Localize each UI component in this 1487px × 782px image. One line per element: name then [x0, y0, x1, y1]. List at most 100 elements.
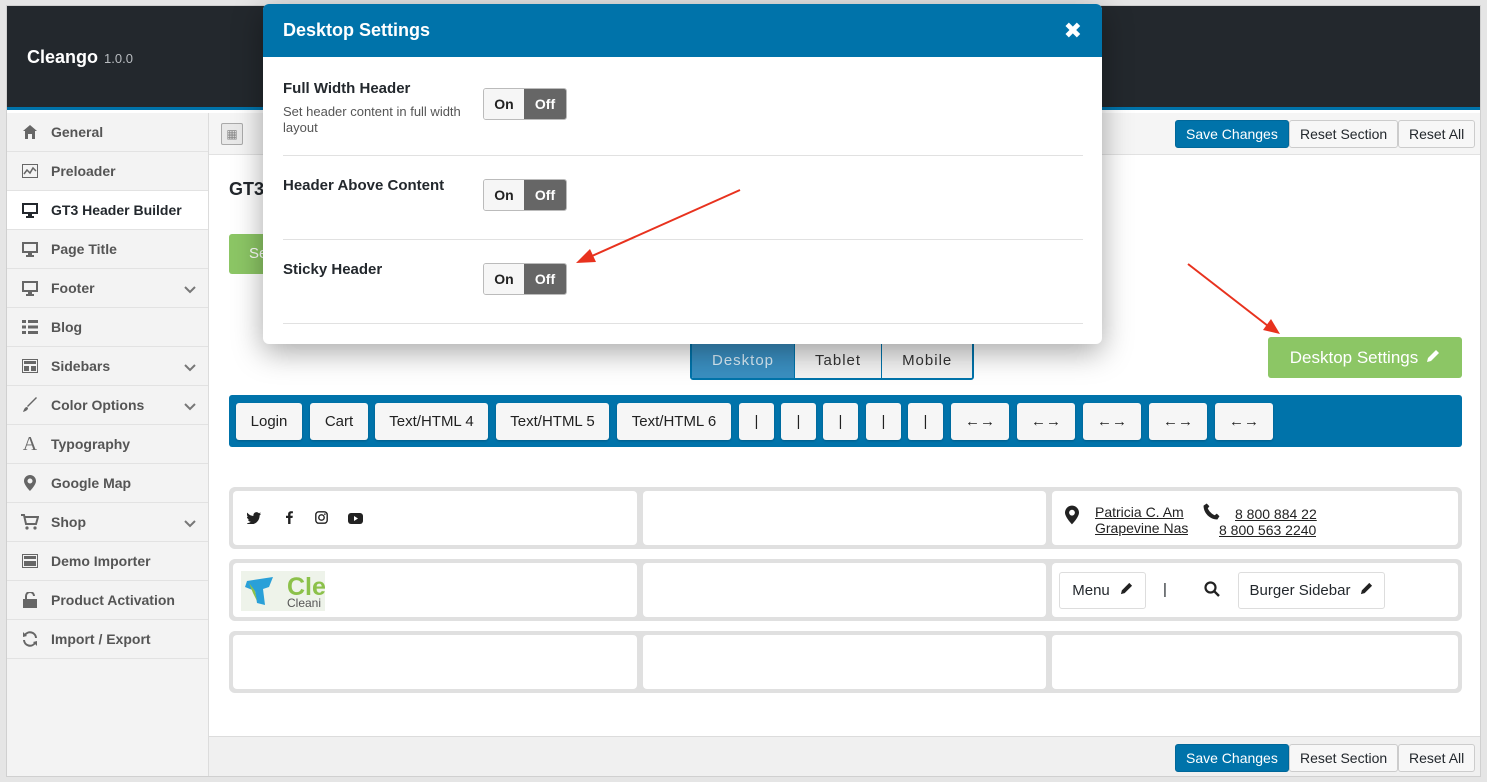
setting-full-width-header: Full Width Header Set header content in …	[283, 80, 1083, 156]
row-cell-center[interactable]	[643, 635, 1046, 689]
header-above-content-switch[interactable]: On Off	[483, 179, 567, 211]
address-line-1[interactable]: Patricia C. Am	[1095, 504, 1188, 520]
tab-tablet[interactable]: Tablet	[795, 342, 883, 378]
setting-label: Full Width Header	[283, 80, 411, 97]
section-title: GT3	[229, 179, 265, 199]
instagram-icon	[315, 511, 328, 527]
layout-icon	[21, 552, 39, 570]
sidebar-item-color-options[interactable]: Color Options	[7, 386, 208, 425]
palette-chip-spacer[interactable]: ←→	[1017, 403, 1075, 440]
chevron-down-icon[interactable]	[184, 515, 196, 531]
chevron-down-icon[interactable]	[184, 281, 196, 297]
row-cell-right[interactable]: Menu | Burger Sidebar	[1052, 563, 1458, 617]
expand-icon[interactable]: ▦	[221, 123, 243, 145]
switch-on[interactable]: On	[484, 264, 525, 294]
sidebar-item-label: Preloader	[51, 163, 116, 179]
sticky-header-switch[interactable]: On Off	[483, 263, 567, 295]
palette-chip-text-html-4[interactable]: Text/HTML 4	[375, 403, 488, 440]
desktop-settings-button[interactable]: Desktop Settings	[1268, 337, 1462, 378]
menu-element[interactable]: Menu	[1059, 572, 1146, 609]
palette-chip-divider[interactable]: |	[739, 403, 774, 440]
full-width-header-switch[interactable]: On Off	[483, 88, 567, 120]
refresh-icon	[21, 630, 39, 648]
row-cell-right[interactable]: Patricia C. Am Grapevine Nas 8 800 884 2…	[1052, 491, 1458, 545]
phone-number-1[interactable]: 8 800 884 22	[1235, 506, 1317, 522]
chevron-down-icon[interactable]	[184, 398, 196, 414]
palette-chip-text-html-5[interactable]: Text/HTML 5	[496, 403, 609, 440]
row-cell-center[interactable]	[643, 491, 1046, 545]
search-icon[interactable]	[1204, 581, 1220, 602]
sidebar-item-label: Shop	[51, 514, 86, 530]
palette-chip-text-html-6[interactable]: Text/HTML 6	[617, 403, 731, 440]
sidebar-item-label: Typography	[51, 436, 131, 452]
palette-chip-spacer[interactable]: ←→	[1083, 403, 1141, 440]
sidebar-item-import-export[interactable]: Import / Export	[7, 620, 208, 659]
sidebar-item-preloader[interactable]: Preloader	[7, 152, 208, 191]
row-cell-right[interactable]	[1052, 635, 1458, 689]
header-row-top: Patricia C. Am Grapevine Nas 8 800 884 2…	[229, 487, 1462, 549]
header-row-middle: Cle Cleani Menu | Burger Sidebar	[229, 559, 1462, 621]
pencil-icon[interactable]	[1360, 582, 1373, 599]
map-pin-icon	[1065, 505, 1079, 530]
switch-on[interactable]: On	[484, 89, 525, 119]
sidebar-item-general[interactable]: General	[7, 113, 208, 152]
switch-off[interactable]: Off	[524, 264, 566, 294]
logo[interactable]: Cle Cleani	[241, 571, 325, 611]
burger-sidebar-element[interactable]: Burger Sidebar	[1238, 572, 1385, 609]
switch-on[interactable]: On	[484, 180, 525, 210]
palette-chip-spacer[interactable]: ←→	[1215, 403, 1273, 440]
sidebar-item-label: Color Options	[51, 397, 145, 413]
sidebar-item-gt3-header-builder[interactable]: GT3 Header Builder	[7, 191, 208, 230]
divider-element[interactable]: |	[1163, 581, 1167, 598]
palette-chip-spacer[interactable]: ←→	[951, 403, 1009, 440]
palette-chip-login[interactable]: Login	[236, 403, 302, 440]
switch-off[interactable]: Off	[524, 89, 566, 119]
phone-icon	[1203, 503, 1220, 525]
sidebar-item-page-title[interactable]: Page Title	[7, 230, 208, 269]
reset-section-button[interactable]: Reset Section	[1289, 120, 1399, 148]
palette-chip-cart[interactable]: Cart	[310, 403, 368, 440]
reset-all-button[interactable]: Reset All	[1398, 744, 1476, 772]
sidebar-item-google-map[interactable]: Google Map	[7, 464, 208, 503]
sidebar-item-blog[interactable]: Blog	[7, 308, 208, 347]
chevron-down-icon[interactable]	[184, 359, 196, 375]
sidebar-item-label: Demo Importer	[51, 553, 151, 569]
sidebar-item-product-activation[interactable]: Product Activation	[7, 581, 208, 620]
pencil-icon	[1426, 348, 1440, 368]
reset-all-button[interactable]: Reset All	[1398, 120, 1476, 148]
logo-mark-icon	[245, 577, 273, 605]
palette-chip-divider[interactable]: |	[908, 403, 943, 440]
sidebar-item-sidebars[interactable]: Sidebars	[7, 347, 208, 386]
sidebar-item-demo-importer[interactable]: Demo Importer	[7, 542, 208, 581]
row-cell-left[interactable]	[233, 635, 637, 689]
sidebar-item-typography[interactable]: A Typography	[7, 425, 208, 464]
facebook-icon	[286, 511, 293, 527]
twitter-icon	[246, 511, 261, 527]
sidebar-item-footer[interactable]: Footer	[7, 269, 208, 308]
row-cell-left[interactable]: Cle Cleani	[233, 563, 637, 617]
phone-number-2[interactable]: 8 800 563 2240	[1219, 522, 1316, 538]
layout-icon	[21, 357, 39, 375]
chart-icon	[21, 162, 39, 180]
sidebar-item-label: Import / Export	[51, 631, 151, 647]
switch-off[interactable]: Off	[524, 180, 566, 210]
palette-chip-spacer[interactable]: ←→	[1149, 403, 1207, 440]
save-button[interactable]: Save Changes	[1175, 744, 1289, 772]
tab-mobile[interactable]: Mobile	[882, 342, 973, 378]
home-icon	[21, 123, 39, 141]
address-line-2[interactable]: Grapevine Nas	[1095, 520, 1188, 536]
palette-chip-divider[interactable]: |	[823, 403, 858, 440]
setting-header-above-content: Header Above Content On Off	[283, 177, 1083, 240]
pencil-icon[interactable]	[1120, 582, 1133, 599]
sidebar-item-shop[interactable]: Shop	[7, 503, 208, 542]
row-cell-center[interactable]	[643, 563, 1046, 617]
sidebar-item-label: Blog	[51, 319, 83, 335]
tab-desktop[interactable]: Desktop	[692, 342, 796, 378]
row-cell-left[interactable]	[233, 491, 637, 545]
desktop-icon	[21, 240, 39, 258]
palette-chip-divider[interactable]: |	[781, 403, 816, 440]
reset-section-button[interactable]: Reset Section	[1289, 744, 1399, 772]
palette-chip-divider[interactable]: |	[866, 403, 901, 440]
save-button[interactable]: Save Changes	[1175, 120, 1289, 148]
close-icon[interactable]: ✖	[1064, 18, 1082, 44]
